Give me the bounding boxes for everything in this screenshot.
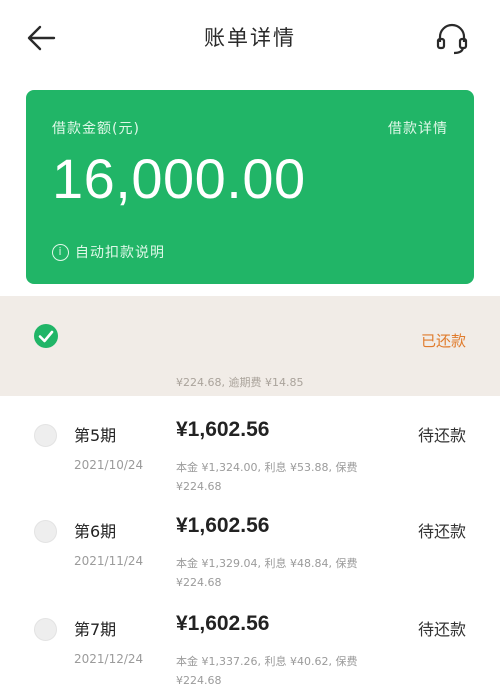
- info-icon: i: [52, 243, 69, 261]
- header-bar: 账单详情: [0, 0, 500, 72]
- headset-icon: [436, 23, 468, 55]
- auto-pay-info-label: 自动扣款说明: [75, 245, 165, 261]
- installment-status: 待还款: [417, 426, 466, 445]
- obscured-row-detail: ¥224.68, 逾期费 ¥14.85: [176, 376, 304, 389]
- paid-check-icon: [34, 324, 58, 348]
- page-title: 账单详情: [204, 26, 296, 50]
- loan-details-link[interactable]: 借款详情: [388, 118, 448, 138]
- loan-summary-card: 借款金额(元) 借款详情 16,000.00 i 自动扣款说明: [26, 90, 474, 284]
- auto-pay-info-link[interactable]: i 自动扣款说明: [52, 242, 165, 262]
- installment-breakdown: 本金 ¥1,337.26, 利息 ¥40.62, 保费 ¥224.68: [176, 655, 358, 687]
- select-radio[interactable]: [34, 520, 57, 543]
- installment-breakdown: 本金 ¥1,329.04, 利息 ¥48.84, 保费 ¥224.68: [176, 557, 358, 589]
- installment-amount: ¥1,602.56: [176, 514, 270, 537]
- installment-row[interactable]: 第5期 2021/10/24 ¥1,602.56 本金 ¥1,324.00, 利…: [0, 414, 500, 510]
- loan-amount-value: 16,000.00: [52, 147, 306, 210]
- installment-row[interactable]: 第6期 2021/11/24 ¥1,602.56 本金 ¥1,329.04, 利…: [0, 510, 500, 606]
- installment-period: 第7期: [74, 620, 117, 639]
- installment-amount: ¥1,602.56: [176, 612, 270, 635]
- installment-date: 2021/10/24: [74, 458, 144, 472]
- installment-date: 2021/11/24: [74, 554, 144, 568]
- installment-amount: ¥1,602.56: [176, 418, 270, 441]
- select-radio[interactable]: [34, 618, 57, 641]
- installment-status: 待还款: [417, 522, 466, 541]
- customer-service-button[interactable]: [432, 18, 472, 58]
- installment-row[interactable]: 第7期 2021/12/24 ¥1,602.56 本金 ¥1,337.26, 利…: [0, 608, 500, 692]
- obscured-installment-row: ¥224.68, 逾期费 ¥14.85 已还款: [0, 296, 500, 396]
- installment-breakdown: 本金 ¥1,324.00, 利息 ¥53.88, 保费 ¥224.68: [176, 461, 358, 493]
- installment-date: 2021/12/24: [74, 652, 144, 666]
- installment-period: 第6期: [74, 522, 117, 541]
- obscured-row-status: 已还款: [420, 332, 466, 350]
- select-radio[interactable]: [34, 424, 57, 447]
- installment-status: 待还款: [417, 620, 466, 639]
- installment-period: 第5期: [74, 426, 117, 445]
- loan-amount-label: 借款金额(元): [52, 121, 140, 137]
